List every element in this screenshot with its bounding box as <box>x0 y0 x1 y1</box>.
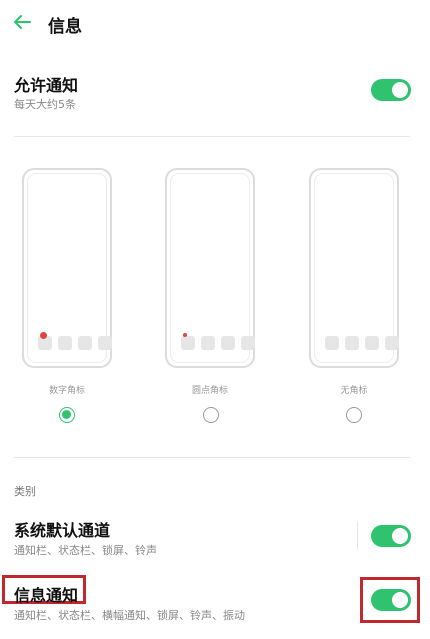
badge-option-radio-none[interactable] <box>346 407 362 423</box>
app-icon <box>365 336 379 350</box>
phone-screen <box>170 173 255 363</box>
divider <box>14 136 410 137</box>
category-message-title: 信息通知 <box>14 586 79 605</box>
section-label-categories: 类别 <box>14 485 36 498</box>
app-icon <box>38 332 52 350</box>
app-header: 信息 <box>0 0 430 50</box>
number-badge <box>40 332 47 339</box>
toggle-knob <box>392 592 408 608</box>
app-icon <box>241 336 255 350</box>
toggle-knob <box>392 82 408 98</box>
category-default-subtitle: 通知栏、状态栏、锁屏、铃声 <box>14 544 157 557</box>
arrow-left-icon[interactable] <box>10 10 34 34</box>
category-default-toggle[interactable] <box>371 525 411 547</box>
allow-notifications-subtitle: 每天大约5条 <box>14 98 76 111</box>
app-icon <box>98 336 112 350</box>
allow-notifications-toggle[interactable] <box>371 79 411 101</box>
badge-option-label-dot: 圆点角标 <box>191 386 228 396</box>
badge-preview-none[interactable] <box>309 168 399 368</box>
category-default-title: 系统默认通道 <box>14 521 111 540</box>
badge-option-label-number: 数字角标 <box>48 386 85 396</box>
app-icon <box>78 336 92 350</box>
page-title: 信息 <box>48 17 82 37</box>
dot-badge <box>183 333 187 337</box>
phone-screen <box>27 173 112 363</box>
app-icon <box>58 336 72 350</box>
dock <box>325 336 399 350</box>
category-message-subtitle: 通知栏、状态栏、横幅通知、锁屏、铃声、振动 <box>14 609 245 622</box>
badge-preview-number[interactable] <box>22 168 112 368</box>
app-icon <box>201 336 215 350</box>
app-icon <box>221 336 235 350</box>
badge-option-label-none: 无角标 <box>340 386 368 396</box>
badge-option-radio-dot[interactable] <box>203 407 219 423</box>
dock <box>181 333 255 350</box>
badge-preview-dot[interactable] <box>165 168 255 368</box>
toggle-knob <box>392 528 408 544</box>
badge-option-radio-number[interactable] <box>59 407 75 423</box>
divider <box>14 457 410 458</box>
app-icon <box>181 333 195 350</box>
app-icon <box>385 336 399 350</box>
category-message-toggle[interactable] <box>371 589 411 611</box>
phone-screen <box>314 173 399 363</box>
app-icon <box>345 336 359 350</box>
vertical-separator <box>357 521 358 549</box>
app-icon <box>325 336 339 350</box>
allow-notifications-title: 允许通知 <box>14 76 79 95</box>
dock <box>38 332 112 350</box>
